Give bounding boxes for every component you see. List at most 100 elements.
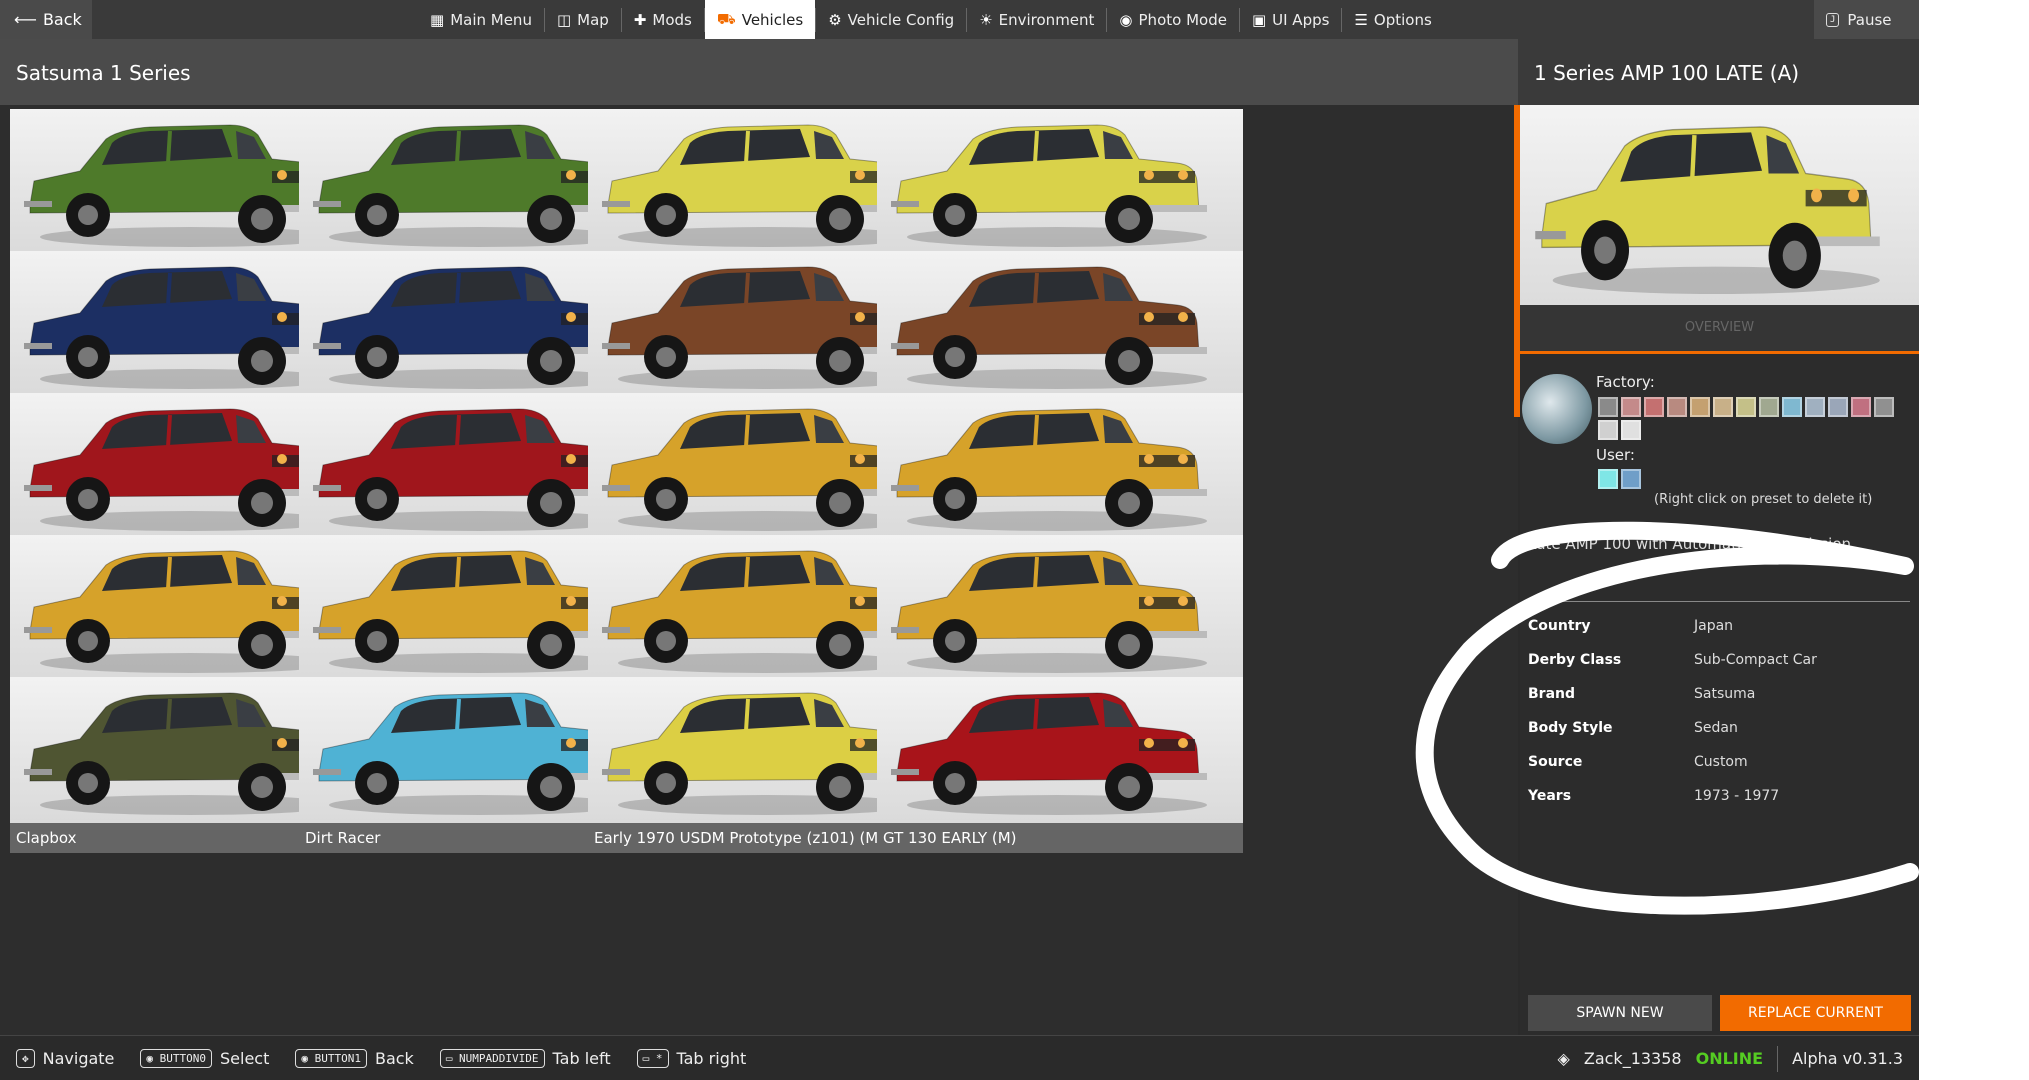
- divider: [1777, 1045, 1779, 1072]
- keyboard-key-icon: J: [1826, 12, 1840, 27]
- key-badge-icon: ◉ BUTTON0: [140, 1049, 212, 1068]
- vehicle-tile-label: GT 130 EARLY (M): [877, 823, 1243, 853]
- details-header: 1 Series AMP 100 LATE (A): [1518, 39, 1919, 105]
- paint-swatch[interactable]: [1736, 397, 1756, 417]
- control-hint: ◉ BUTTON1 Back: [295, 1049, 414, 1068]
- online-status: ONLINE: [1695, 1049, 1764, 1068]
- key-badge-icon: ✥: [16, 1049, 35, 1068]
- spec-key: Brand: [1528, 686, 1576, 702]
- spec-row: Body Style Sedan: [1528, 712, 1908, 746]
- car-illustration: [891, 692, 1207, 815]
- vehicle-tile[interactable]: GT 130 EARLY (M): [877, 677, 1243, 853]
- tab-overview[interactable]: OVERVIEW: [1520, 305, 1919, 354]
- vehicle-config-icon: ⚙: [828, 10, 842, 29]
- car-illustration: [891, 266, 1207, 389]
- user-paint-swatch[interactable]: [1598, 469, 1618, 489]
- nav-item-label: Map: [577, 10, 609, 29]
- spec-row: Source Custom: [1528, 746, 1908, 780]
- back-label: Back: [42, 10, 82, 29]
- key-badge-icon: ▭ *: [636, 1049, 669, 1068]
- paint-swatch[interactable]: [1598, 420, 1618, 440]
- spawn-new-button[interactable]: SPAWN NEW: [1528, 995, 1712, 1031]
- pause-button[interactable]: J Pause: [1814, 0, 1919, 39]
- paint-swatch[interactable]: [1782, 397, 1802, 417]
- nav-item-ui-apps[interactable]: ▣ UI Apps: [1240, 0, 1341, 39]
- account-status: ◈ Zack_13358 ONLINE Alpha v0.31.3: [1558, 1036, 1903, 1080]
- nav-item-environment[interactable]: ☀ Environment: [967, 0, 1106, 39]
- nav-item-options[interactable]: ☰ Options: [1342, 0, 1443, 39]
- paint-swatch[interactable]: [1713, 397, 1733, 417]
- page-title: Satsuma 1 Series: [16, 61, 191, 85]
- paint-swatch[interactable]: [1621, 420, 1641, 440]
- vehicle-thumbnail: [877, 677, 1243, 823]
- control-hint: ▭ NUMPADDIVIDE Tab left: [439, 1049, 611, 1068]
- nav-item-label: Photo Mode: [1138, 10, 1227, 29]
- paint-swatch[interactable]: [1644, 397, 1664, 417]
- arrow-left-icon: ⟵: [14, 10, 37, 29]
- nav-item-label: Main Menu: [450, 10, 532, 29]
- details-title: 1 Series AMP 100 LATE (A): [1534, 61, 1800, 85]
- paint-preview-avatar: [1522, 374, 1592, 444]
- user-paint-swatch[interactable]: [1621, 469, 1641, 489]
- control-hint: ◉ BUTTON0 Select: [140, 1049, 269, 1068]
- nav-item-vehicle-config[interactable]: ⚙ Vehicle Config: [816, 0, 966, 39]
- spec-value: Japan: [1694, 618, 1734, 634]
- control-hint-label: Navigate: [42, 1049, 115, 1068]
- paint-swatch[interactable]: [1851, 397, 1871, 417]
- paint-swatch[interactable]: [1828, 397, 1848, 417]
- control-hints: ✥ Navigate ◉ BUTTON0 Select ◉ BUTTON1 Back…: [16, 1036, 746, 1080]
- ui-apps-icon: ▣: [1251, 10, 1267, 29]
- spec-key: Body Style: [1528, 720, 1613, 736]
- paint-swatch[interactable]: [1667, 397, 1687, 417]
- vehicle-preview-image: [1520, 105, 1919, 305]
- game-version: Alpha v0.31.3: [1792, 1049, 1903, 1068]
- paint-swatch[interactable]: [1874, 397, 1894, 417]
- spec-key: Derby Class: [1528, 652, 1622, 668]
- spec-value: Sub-Compact Car: [1694, 652, 1817, 668]
- steam-icon: ◈: [1557, 1049, 1570, 1068]
- details-panel: OVERVIEW Factory: User: (Right click on …: [1520, 105, 1919, 1035]
- main-nav: ▦ Main Menu ◫ Map ✚ Mods ⛟ Vehicles ⚙ Vehicle Con…: [418, 0, 1444, 39]
- grid-header: Satsuma 1 Series: [0, 39, 1518, 105]
- spec-row: Derby Class Sub-Compact Car: [1528, 644, 1908, 678]
- car-illustration: [891, 408, 1207, 531]
- nav-item-map[interactable]: ◫ Map: [545, 0, 621, 39]
- top-menu-bar: ⟵ Back ▦ Main Menu ◫ Map ✚ Mods ⛟ Vehicles ⚙ Vehi…: [0, 0, 1919, 39]
- nav-item-vehicles[interactable]: ⛟ Vehicles: [704, 0, 816, 39]
- mods-icon: ✚: [633, 10, 647, 29]
- pause-label: Pause: [1847, 10, 1892, 29]
- control-hint-label: Back: [374, 1049, 414, 1068]
- paint-swatch[interactable]: [1598, 397, 1618, 417]
- user-paint-swatches: [1598, 469, 1641, 489]
- nav-item-label: Vehicle Config: [847, 10, 955, 29]
- nav-item-label: Vehicles: [741, 10, 804, 29]
- control-hint: ✥ Navigate: [16, 1049, 114, 1068]
- vehicle-description: Late AMP 100 with Automatic Transmission: [1528, 535, 1852, 553]
- bottom-status-bar: ✥ Navigate ◉ BUTTON0 Select ◉ BUTTON1 Back…: [0, 1035, 1919, 1080]
- user-paints-label: User:: [1596, 446, 1635, 464]
- nav-item-label: UI Apps: [1272, 10, 1330, 29]
- paint-swatch[interactable]: [1759, 397, 1779, 417]
- paint-swatch[interactable]: [1690, 397, 1710, 417]
- nav-item-mods[interactable]: ✚ Mods: [622, 0, 704, 39]
- factory-paints-label: Factory:: [1596, 373, 1655, 391]
- back-button[interactable]: ⟵ Back: [0, 0, 92, 39]
- nav-item-photo-mode[interactable]: ◉ Photo Mode: [1107, 0, 1239, 39]
- photo-mode-icon: ◉: [1119, 10, 1133, 29]
- spec-value: Custom: [1694, 754, 1748, 770]
- spec-key: Country: [1528, 618, 1591, 634]
- map-icon: ◫: [556, 10, 572, 29]
- spec-key: Source: [1528, 754, 1583, 770]
- username: Zack_13358: [1583, 1049, 1682, 1068]
- replace-current-button[interactable]: REPLACE CURRENT: [1720, 995, 1911, 1031]
- vehicle-thumbnail: [877, 109, 1243, 255]
- paint-swatch[interactable]: [1621, 397, 1641, 417]
- paint-swatch[interactable]: [1805, 397, 1825, 417]
- nav-item-label: Mods: [652, 10, 692, 29]
- key-badge-icon: ▭ NUMPADDIVIDE: [439, 1049, 545, 1068]
- nav-item-main-menu[interactable]: ▦ Main Menu: [418, 0, 544, 39]
- spec-row: Years 1973 - 1977: [1528, 780, 1908, 814]
- control-hint-label: Tab left: [552, 1049, 611, 1068]
- vehicle-thumbnail: [877, 393, 1243, 539]
- app-window: ⟵ Back ▦ Main Menu ◫ Map ✚ Mods ⛟ Vehicles ⚙ Vehi…: [0, 0, 1919, 1080]
